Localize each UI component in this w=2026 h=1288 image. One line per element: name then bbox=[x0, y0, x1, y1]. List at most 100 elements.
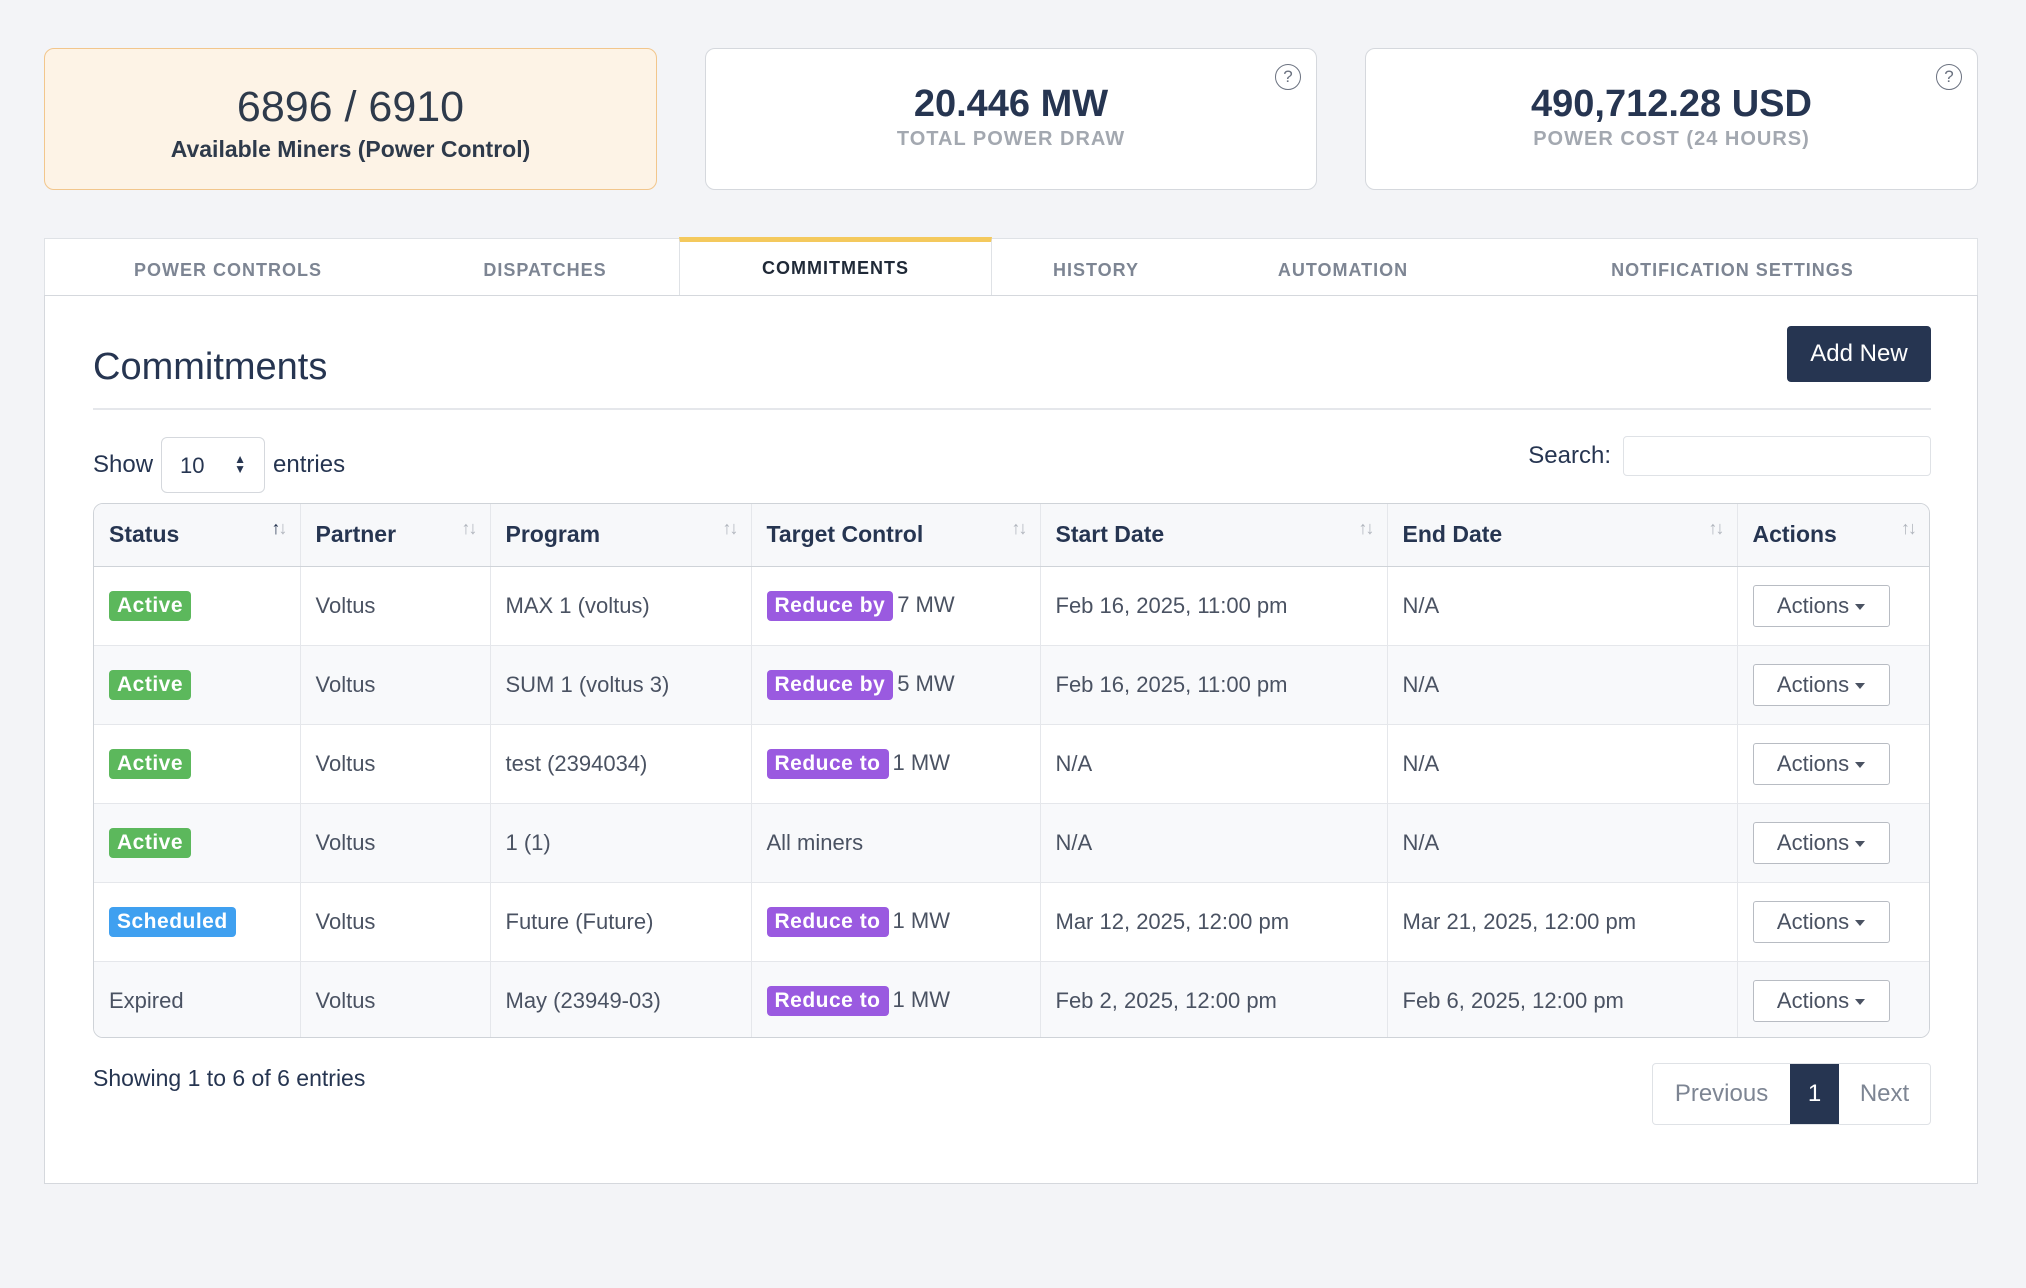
column-header-target-control[interactable]: Target Control ↑↓ bbox=[751, 504, 1041, 567]
caret-down-icon bbox=[1855, 682, 1866, 689]
actions-label: Actions bbox=[1776, 829, 1850, 855]
caret-down-icon bbox=[1855, 998, 1866, 1005]
column-header-actions[interactable]: Actions ↑↓ bbox=[1737, 504, 1929, 567]
sort-icon: ↑↓ bbox=[722, 518, 739, 538]
program-cell: SUM 1 (voltus 3) bbox=[490, 645, 752, 725]
search-input[interactable] bbox=[1623, 436, 1931, 476]
power-cost-value: 490,712.28 USD bbox=[1531, 83, 1812, 125]
table-row: Scheduled Voltus Future (Future) Reduce … bbox=[94, 882, 1929, 962]
start-date-cell: Feb 16, 2025, 11:00 pm bbox=[1040, 566, 1388, 646]
sort-icon: ↑↓ bbox=[1011, 518, 1028, 538]
target-control-cell: Reduce by 5 MW bbox=[751, 645, 1041, 725]
next-page-button[interactable]: Next bbox=[1839, 1064, 1930, 1124]
power-cost-card: ? 490,712.28 USD POWER COST (24 HOURS) bbox=[1365, 48, 1978, 190]
column-header-program[interactable]: Program ↑↓ bbox=[490, 504, 752, 567]
add-new-button[interactable]: Add New bbox=[1787, 326, 1931, 382]
tab-automation[interactable]: AUTOMATION bbox=[1200, 239, 1486, 297]
program-cell: MAX 1 (voltus) bbox=[490, 566, 752, 646]
page-1-button[interactable]: 1 bbox=[1790, 1064, 1839, 1124]
power-cost-label: POWER COST (24 HOURS) bbox=[1533, 128, 1810, 150]
page-length-select[interactable]: 10 ▲ ▼ bbox=[161, 437, 266, 493]
total-power-value: 20.446 MW bbox=[913, 83, 1109, 125]
help-icon[interactable]: ? bbox=[1936, 64, 1962, 90]
sort-icon: ↑↓ bbox=[1358, 518, 1375, 538]
program-cell: 1 (1) bbox=[490, 803, 752, 883]
tab-power-controls[interactable]: POWER CONTROLS bbox=[45, 239, 411, 297]
partner-cell: Voltus bbox=[300, 803, 491, 883]
status-badge: Scheduled bbox=[109, 906, 236, 937]
actions-label: Actions bbox=[1776, 987, 1850, 1013]
partner-cell: Voltus bbox=[300, 882, 491, 962]
entries-label: entries bbox=[273, 451, 346, 478]
actions-dropdown-button[interactable]: Actions bbox=[1752, 663, 1890, 706]
available-miners-value: 6896 / 6910 bbox=[236, 83, 465, 131]
select-arrows-icon: ▲ ▼ bbox=[234, 452, 247, 476]
header-label: Start Date bbox=[1055, 521, 1165, 548]
help-icon[interactable]: ? bbox=[1275, 64, 1301, 90]
end-date-cell: N/A bbox=[1387, 566, 1738, 646]
caret-down-icon bbox=[1855, 603, 1866, 610]
actions-dropdown-button[interactable]: Actions bbox=[1752, 979, 1890, 1022]
stats-cards: 6896 / 6910 Available Miners (Power Cont… bbox=[44, 48, 1978, 190]
header-label: Program bbox=[505, 521, 601, 548]
target-value: 1 MW bbox=[892, 749, 950, 775]
status-text: Expired bbox=[109, 987, 184, 1013]
search-label: Search: bbox=[1528, 442, 1611, 469]
actions-label: Actions bbox=[1776, 750, 1850, 776]
commitments-panel: Commitments Add New Show 10 ▲ ▼ entries S… bbox=[44, 295, 1978, 1184]
actions-dropdown-button[interactable]: Actions bbox=[1752, 900, 1890, 943]
header-label: Actions bbox=[1752, 521, 1837, 548]
sort-asc-icon: ↑↓ bbox=[271, 518, 288, 538]
column-header-status[interactable]: Status ↑↓ bbox=[94, 504, 301, 567]
actions-dropdown-button[interactable]: Actions bbox=[1752, 584, 1890, 627]
program-cell: May (23949-03) bbox=[490, 961, 752, 1037]
start-date-cell: Feb 16, 2025, 11:00 pm bbox=[1040, 645, 1388, 725]
status-cell: Scheduled bbox=[94, 882, 301, 962]
column-header-start-date[interactable]: Start Date ↑↓ bbox=[1040, 504, 1388, 567]
previous-page-button[interactable]: Previous bbox=[1653, 1064, 1790, 1124]
table-row: Active Voltus 1 (1) All miners N/A N/A A… bbox=[94, 803, 1929, 883]
actions-cell: Actions bbox=[1737, 566, 1929, 646]
tab-commitments[interactable]: COMMITMENTS bbox=[679, 237, 992, 297]
partner-cell: Voltus bbox=[300, 566, 491, 646]
caret-down-icon bbox=[1855, 919, 1866, 926]
start-date-cell: N/A bbox=[1040, 724, 1388, 804]
header-label: Target Control bbox=[766, 521, 924, 548]
actions-cell: Actions bbox=[1737, 882, 1929, 962]
available-miners-card: 6896 / 6910 Available Miners (Power Cont… bbox=[44, 48, 657, 190]
actions-label: Actions bbox=[1776, 908, 1850, 934]
page-length-control: Show 10 ▲ ▼ entries bbox=[93, 437, 345, 493]
divider bbox=[93, 408, 1931, 410]
target-control-cell: Reduce to 1 MW bbox=[751, 882, 1041, 962]
header-label: End Date bbox=[1402, 521, 1503, 548]
end-date-cell: N/A bbox=[1387, 645, 1738, 725]
table-row: Active Voltus SUM 1 (voltus 3) Reduce by… bbox=[94, 645, 1929, 725]
partner-cell: Voltus bbox=[300, 961, 491, 1037]
column-header-partner[interactable]: Partner ↑↓ bbox=[300, 504, 491, 567]
actions-dropdown-button[interactable]: Actions bbox=[1752, 742, 1890, 785]
end-date-cell: Mar 21, 2025, 12:00 pm bbox=[1387, 882, 1738, 962]
tab-history[interactable]: HISTORY bbox=[992, 239, 1200, 297]
column-header-end-date[interactable]: End Date ↑↓ bbox=[1387, 504, 1738, 567]
actions-dropdown-button[interactable]: Actions bbox=[1752, 821, 1890, 864]
header-label: Status bbox=[109, 521, 180, 548]
actions-cell: Actions bbox=[1737, 961, 1929, 1037]
table-info: Showing 1 to 6 of 6 entries bbox=[93, 1065, 366, 1091]
status-cell: Active bbox=[94, 645, 301, 725]
end-date-cell: Feb 6, 2025, 12:00 pm bbox=[1387, 961, 1738, 1037]
target-value: 5 MW bbox=[897, 670, 955, 696]
page-length-value: 10 bbox=[180, 453, 205, 478]
show-label: Show bbox=[93, 451, 154, 478]
status-cell: Active bbox=[94, 566, 301, 646]
target-badge: Reduce by bbox=[766, 669, 894, 700]
target-value: 1 MW bbox=[892, 907, 950, 933]
actions-label: Actions bbox=[1776, 592, 1850, 618]
caret-down-icon bbox=[1855, 761, 1866, 768]
available-miners-label: Available Miners (Power Control) bbox=[170, 136, 531, 162]
target-badge: Reduce to bbox=[766, 906, 889, 937]
status-badge: Active bbox=[109, 748, 192, 779]
status-cell: Active bbox=[94, 724, 301, 804]
tab-dispatches[interactable]: DISPATCHES bbox=[411, 239, 679, 297]
tab-notification-settings[interactable]: NOTIFICATION SETTINGS bbox=[1486, 239, 1979, 297]
target-control-cell: Reduce by 7 MW bbox=[751, 566, 1041, 646]
